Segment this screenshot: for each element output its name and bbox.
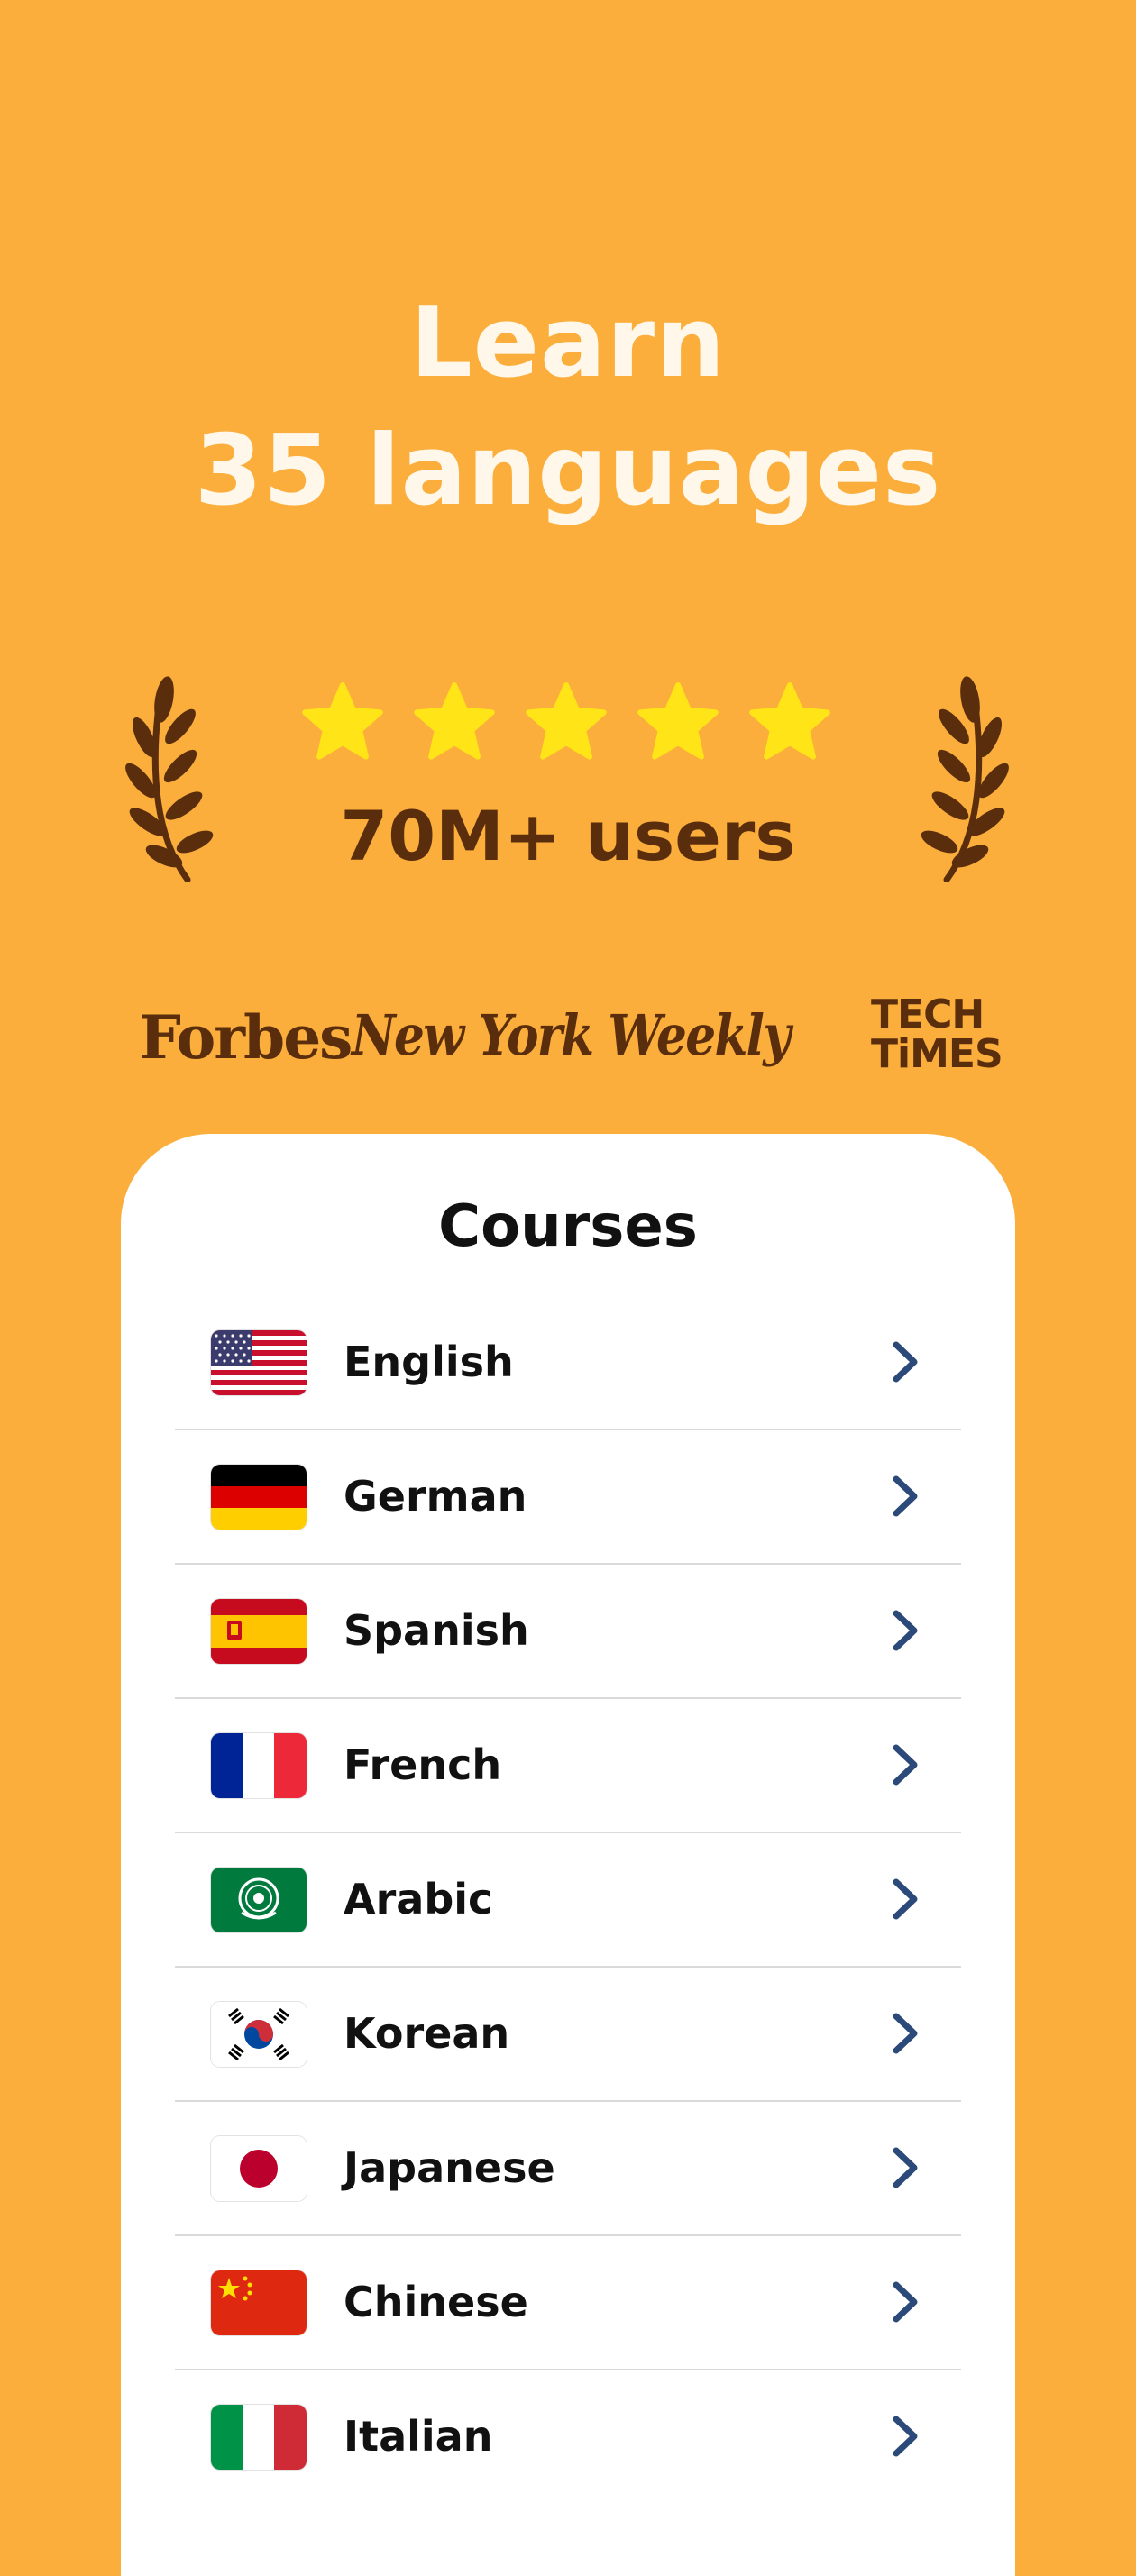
course-label: Chinese xyxy=(344,2278,528,2326)
china-flag-icon xyxy=(211,2270,307,2335)
tech-times-line-1: TECH xyxy=(871,991,985,1037)
us-flag-icon xyxy=(211,1330,307,1395)
italy-flag-icon xyxy=(211,2405,307,2470)
headline-line-1: Learn xyxy=(409,287,727,399)
star-icon xyxy=(526,682,607,760)
chevron-right-icon xyxy=(893,1878,918,1920)
star-icon xyxy=(637,682,719,760)
course-row-french[interactable]: French xyxy=(175,1699,961,1833)
chevron-right-icon xyxy=(893,1475,918,1517)
course-row-german[interactable]: German xyxy=(175,1430,961,1565)
courses-list: English German Spanish French Arabic Kor… xyxy=(175,1296,961,2503)
star-icon xyxy=(302,682,383,760)
course-row-chinese[interactable]: Chinese xyxy=(175,2236,961,2370)
courses-title: Courses xyxy=(438,1193,698,1260)
course-label: Arabic xyxy=(344,1875,493,1923)
headline: Learn 35 languages xyxy=(0,279,1136,535)
users-count: 70M+ users xyxy=(340,796,796,876)
course-label: Japanese xyxy=(344,2143,555,2192)
france-flag-icon xyxy=(211,1733,307,1798)
chevron-right-icon xyxy=(893,2147,918,2188)
arab-league-flag-icon xyxy=(211,1868,307,1932)
germany-flag-icon xyxy=(211,1465,307,1530)
course-label: English xyxy=(344,1338,514,1386)
course-label: Korean xyxy=(344,2009,510,2058)
chevron-right-icon xyxy=(893,2281,918,2323)
headline-line-2: 35 languages xyxy=(194,415,942,527)
star-icon xyxy=(414,682,495,760)
course-row-spanish[interactable]: Spanish xyxy=(175,1565,961,1699)
course-row-korean[interactable]: Korean xyxy=(175,1968,961,2102)
press-logos: Forbes New York Weekly TECH TiMES xyxy=(135,995,1003,1076)
course-row-english[interactable]: English xyxy=(175,1296,961,1430)
course-label: Spanish xyxy=(344,1606,529,1655)
chevron-right-icon xyxy=(893,1610,918,1651)
course-label: Italian xyxy=(344,2412,493,2461)
star-icon xyxy=(749,682,830,760)
chevron-right-icon xyxy=(893,1341,918,1383)
courses-card: Courses English German Spanish French Ar… xyxy=(121,1134,1015,2576)
chevron-right-icon xyxy=(893,1744,918,1786)
chevron-right-icon xyxy=(893,2013,918,2054)
course-row-italian[interactable]: Italian xyxy=(175,2370,961,2503)
new-york-weekly-logo: New York Weekly xyxy=(352,1002,791,1068)
course-row-arabic[interactable]: Arabic xyxy=(175,1833,961,1968)
star-rating xyxy=(302,682,830,760)
course-label: French xyxy=(344,1740,502,1789)
tech-times-logo: TECH TiMES xyxy=(871,995,1003,1074)
tech-times-line-2: TiMES xyxy=(871,1031,1003,1077)
course-row-japanese[interactable]: Japanese xyxy=(175,2102,961,2236)
chevron-right-icon xyxy=(893,2416,918,2457)
japan-flag-icon xyxy=(211,2136,307,2201)
course-label: German xyxy=(344,1472,527,1521)
forbes-logo: Forbes xyxy=(139,1002,353,1073)
korea-flag-icon xyxy=(211,2002,307,2067)
spain-flag-icon xyxy=(211,1599,307,1664)
